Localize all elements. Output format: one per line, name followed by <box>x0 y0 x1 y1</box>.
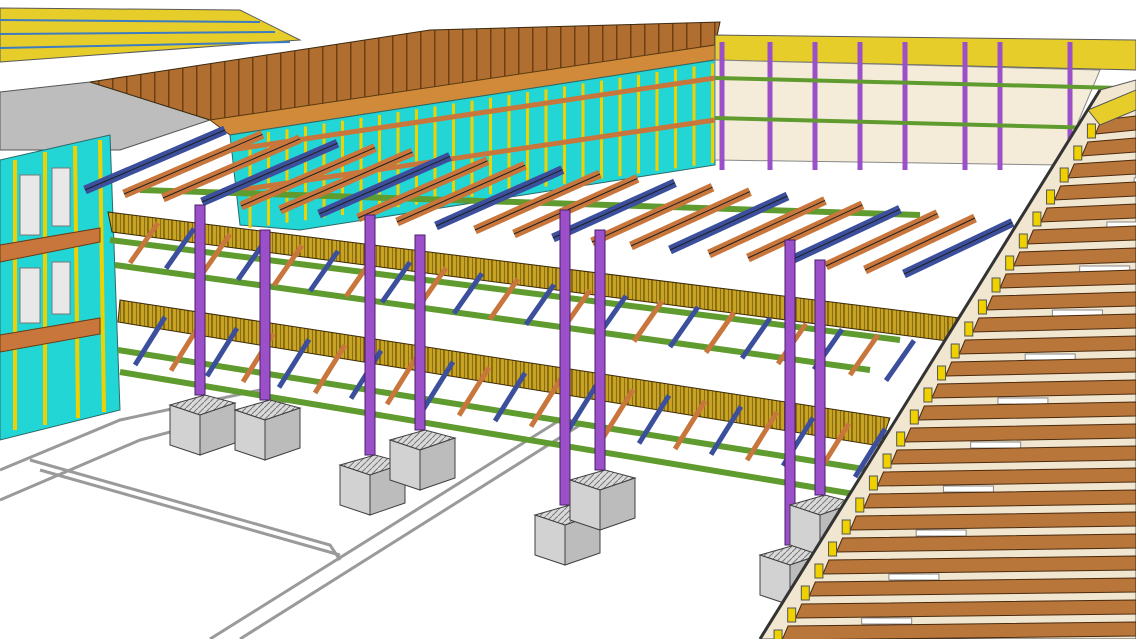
steel-column <box>784 239 796 546</box>
edge-post <box>1086 123 1096 139</box>
steel-column <box>559 209 571 506</box>
steel-column <box>594 229 606 471</box>
edge-post <box>855 497 865 513</box>
brace <box>883 339 917 383</box>
edge-post <box>923 387 933 403</box>
plank-light <box>997 397 1049 405</box>
bim-3d-model-view[interactable] <box>0 0 1136 639</box>
edge-post <box>977 299 987 315</box>
edge-post <box>814 563 824 579</box>
model-viewport[interactable] <box>0 0 1136 639</box>
edge-post <box>1018 233 1028 249</box>
edge-post <box>964 321 974 337</box>
edge-post <box>1005 255 1015 271</box>
edge-post <box>800 585 810 601</box>
plank-light <box>861 617 913 625</box>
edge-post <box>882 453 892 469</box>
edge-post <box>841 519 851 535</box>
edge-post <box>950 343 960 359</box>
edge-post <box>1059 167 1069 183</box>
edge-post <box>1073 145 1083 161</box>
edge-post <box>787 607 797 623</box>
brace <box>487 277 521 321</box>
edge-post <box>828 541 838 557</box>
distant-roof <box>0 7 302 63</box>
steel-column <box>814 259 826 496</box>
steel-column <box>194 204 206 396</box>
edge-post <box>773 629 783 639</box>
edge-post <box>991 277 1001 293</box>
edge-post <box>1032 211 1042 227</box>
plank-light <box>942 485 994 493</box>
plank-light <box>970 441 1022 449</box>
edge-post <box>896 431 906 447</box>
edge-post <box>1046 189 1056 205</box>
edge-post <box>909 409 919 425</box>
plank-light <box>915 529 967 537</box>
plank-light <box>888 573 940 581</box>
steel-column <box>414 234 426 431</box>
brace <box>451 271 485 315</box>
steel-column <box>364 214 376 456</box>
edge-post <box>937 365 947 381</box>
edge-post <box>868 475 878 491</box>
steel-column <box>259 229 271 401</box>
